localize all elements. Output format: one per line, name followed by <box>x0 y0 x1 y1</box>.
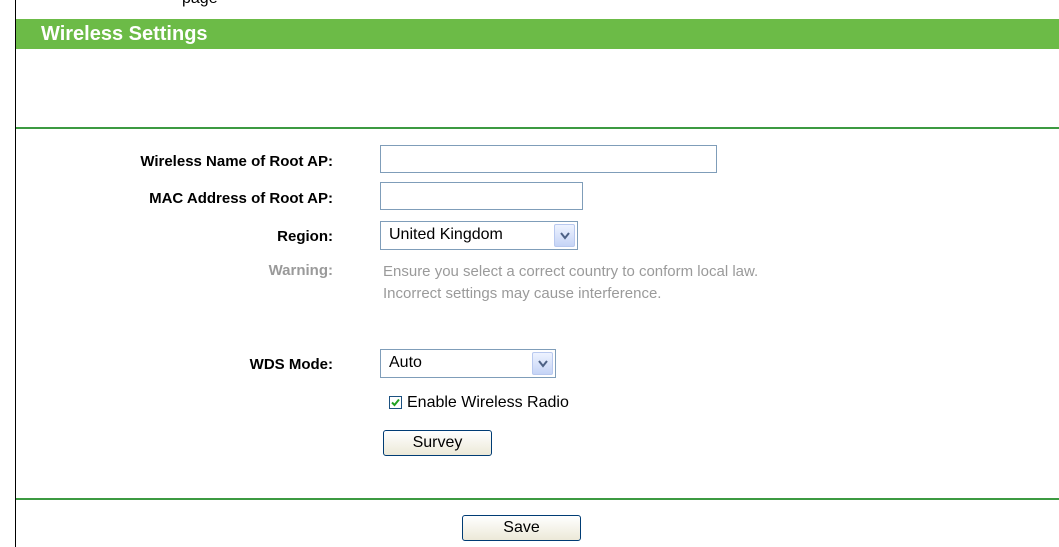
ssid-input[interactable] <box>380 145 717 173</box>
bottom-divider <box>16 498 1059 500</box>
warning-label: Warning: <box>268 262 333 279</box>
enable-wireless-radio-checkbox[interactable] <box>389 396 402 409</box>
wds-mode-label: WDS Mode: <box>249 356 333 373</box>
save-button[interactable]: Save <box>462 515 581 541</box>
region-selected-value: United Kingdom <box>389 226 503 243</box>
page: page Wireless Settings Wireless Name of … <box>0 0 1059 547</box>
mac-label: MAC Address of Root AP: <box>149 190 333 207</box>
ssid-label: Wireless Name of Root AP: <box>140 153 333 170</box>
survey-button[interactable]: Survey <box>383 430 492 456</box>
header-bar: Wireless Settings <box>16 19 1059 49</box>
wds-mode-select[interactable]: Auto <box>380 349 556 378</box>
warning-text-line1: Ensure you select a correct country to c… <box>383 263 759 280</box>
enable-wireless-radio-label: Enable Wireless Radio <box>407 394 569 411</box>
wds-mode-selected-value: Auto <box>389 354 422 371</box>
region-select[interactable]: United Kingdom <box>380 221 578 250</box>
mac-input[interactable] <box>380 182 583 210</box>
chevron-down-icon[interactable] <box>554 224 575 247</box>
page-title: Wireless Settings <box>41 23 208 45</box>
chevron-down-icon[interactable] <box>532 352 553 375</box>
region-label: Region: <box>277 228 333 245</box>
warning-text-line2: Incorrect settings may cause interferenc… <box>383 285 662 302</box>
top-divider <box>16 127 1059 129</box>
